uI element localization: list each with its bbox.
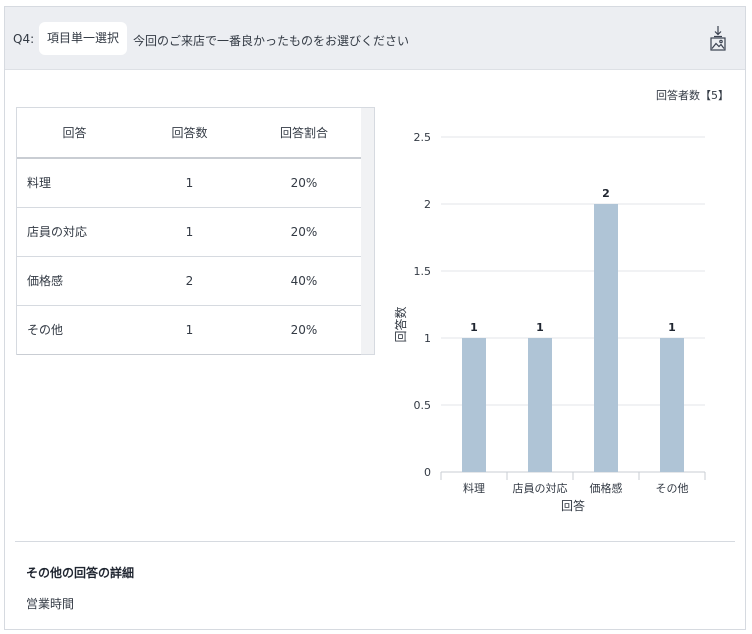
respondent-count: 回答者数【5】	[656, 89, 729, 102]
y-tick-label: 0	[424, 466, 431, 479]
bar-chart: 0 0.5 1 1.5 2 2.5 1 料理 1 店員の対応 2 価格感 1 その他回答 回答数	[393, 131, 706, 513]
bar-data-label: 1	[470, 321, 478, 334]
y-tick-label: 0.5	[414, 399, 432, 412]
table-row: 価格感 2 40%	[17, 256, 361, 306]
y-tick-label: 2	[424, 198, 431, 211]
y-tick-label: 1	[424, 332, 431, 345]
cell-count: 1	[132, 305, 247, 355]
section-divider	[15, 541, 735, 542]
cell-ratio: 40%	[247, 256, 361, 306]
bar	[660, 338, 684, 472]
x-tick-label: 料理	[463, 481, 485, 495]
y-axis-title: 回答数	[393, 306, 408, 342]
bar-data-label: 1	[668, 321, 676, 334]
y-tick-label: 2.5	[414, 131, 432, 144]
question-type-badge: 項目単一選択	[39, 22, 128, 55]
cell-answer: その他	[17, 305, 132, 355]
bar-data-label: 2	[602, 187, 610, 200]
y-tick-label: 1.5	[414, 265, 432, 278]
question-text: 今回のご来店で一番良かったものをお選びください	[133, 34, 410, 48]
cell-count: 2	[132, 256, 247, 306]
cell-ratio: 20%	[247, 305, 361, 355]
cell-answer: 価格感	[17, 256, 132, 306]
column-header-answer: 回答	[17, 108, 132, 159]
cell-ratio: 20%	[247, 158, 361, 208]
column-header-ratio: 回答割合	[247, 108, 361, 159]
image-download-icon	[710, 26, 726, 51]
question-number: Q4:	[13, 32, 35, 46]
bar	[594, 204, 618, 472]
other-answers-title: その他の回答の詳細	[26, 566, 135, 580]
x-tick-label: 店員の対応	[513, 481, 568, 495]
table-header-row: 回答 回答数 回答割合	[17, 108, 361, 159]
question-card: Q4: 項目単一選択 今回のご来店で一番良かったものをお選びください 回答者数【…	[4, 6, 746, 630]
bar	[462, 338, 486, 472]
cell-count: 1	[132, 158, 247, 208]
table-row: 店員の対応 1 20%	[17, 207, 361, 257]
cell-ratio: 20%	[247, 207, 361, 257]
cell-answer: 店員の対応	[17, 207, 132, 257]
cell-answer: 料理	[17, 158, 132, 208]
x-tick-label: 価格感	[590, 481, 623, 495]
table-row: その他 1 20%	[17, 305, 361, 355]
x-axis-title: 回答	[561, 498, 585, 513]
x-tick-label: その他	[656, 482, 689, 495]
bar	[528, 338, 552, 472]
bar-data-label: 1	[536, 321, 544, 334]
other-answer-item: 営業時間	[26, 597, 75, 611]
results-table: 回答 回答数 回答割合 料理 1 20% 店員の対応 1 20% 価格感 2 4…	[17, 108, 361, 355]
table-row: 料理 1 20%	[17, 158, 361, 208]
download-image-button[interactable]	[704, 24, 732, 54]
column-header-count: 回答数	[132, 108, 247, 159]
question-header: Q4: 項目単一選択 今回のご来店で一番良かったものをお選びください	[5, 7, 745, 70]
results-table-container: 回答 回答数 回答割合 料理 1 20% 店員の対応 1 20% 価格感 2 4…	[16, 107, 375, 355]
cell-count: 1	[132, 207, 247, 257]
